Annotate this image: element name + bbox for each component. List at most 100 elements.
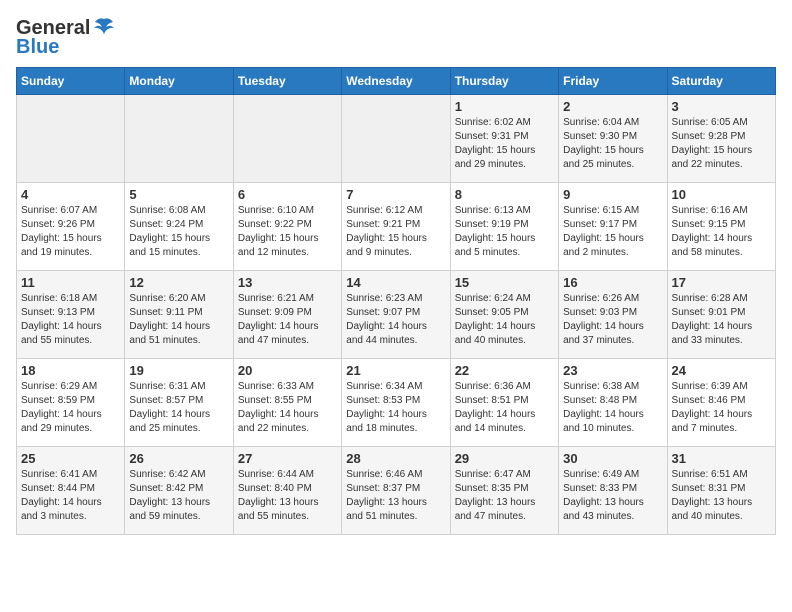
calendar-cell: 4 Sunrise: 6:07 AM Sunset: 9:26 PM Daylig…: [17, 183, 125, 271]
calendar-cell: 22 Sunrise: 6:36 AM Sunset: 8:51 PM Dayli…: [450, 359, 558, 447]
day-info: Sunrise: 6:13 AM Sunset: 9:19 PM Dayligh…: [455, 204, 554, 260]
day-number: 3: [672, 99, 771, 114]
calendar-cell: 26 Sunrise: 6:42 AM Sunset: 8:42 PM Dayli…: [125, 447, 233, 535]
calendar-header-row: SundayMondayTuesdayWednesdayThursdayFrid…: [17, 68, 776, 95]
calendar-cell: [233, 95, 341, 183]
calendar-cell: 25 Sunrise: 6:41 AM Sunset: 8:44 PM Dayli…: [17, 447, 125, 535]
day-number: 23: [563, 363, 662, 378]
day-number: 18: [21, 363, 120, 378]
day-info: Sunrise: 6:46 AM Sunset: 8:37 PM Dayligh…: [346, 468, 445, 524]
day-number: 6: [238, 187, 337, 202]
calendar-table: SundayMondayTuesdayWednesdayThursdayFrid…: [16, 67, 776, 535]
calendar-cell: 28Sunrise: 6:46 AM Sunset: 8:37 PM Dayli…: [342, 447, 450, 535]
header-monday: Monday: [125, 68, 233, 95]
header-tuesday: Tuesday: [233, 68, 341, 95]
calendar-cell: 31 Sunrise: 6:51 AM Sunset: 8:31 PM Dayli…: [667, 447, 775, 535]
calendar-cell: 29 Sunrise: 6:47 AM Sunset: 8:35 PM Dayli…: [450, 447, 558, 535]
calendar-cell: 9 Sunrise: 6:15 AM Sunset: 9:17 PM Daylig…: [559, 183, 667, 271]
day-info: Sunrise: 6:51 AM Sunset: 8:31 PM Dayligh…: [672, 468, 771, 524]
day-info: Sunrise: 6:10 AM Sunset: 9:22 PM Dayligh…: [238, 204, 337, 260]
day-number: 7: [346, 187, 445, 202]
day-info: Sunrise: 6:34 AM Sunset: 8:53 PM Dayligh…: [346, 380, 445, 436]
day-number: 12: [129, 275, 228, 290]
logo-bird-icon: [92, 16, 116, 40]
calendar-cell: 15 Sunrise: 6:24 AM Sunset: 9:05 PM Dayli…: [450, 271, 558, 359]
day-number: 15: [455, 275, 554, 290]
logo-blue-text: Blue: [16, 36, 59, 59]
calendar-cell: 20Sunrise: 6:33 AM Sunset: 8:55 PM Dayli…: [233, 359, 341, 447]
day-number: 4: [21, 187, 120, 202]
calendar-cell: 13 Sunrise: 6:21 AM Sunset: 9:09 PM Dayli…: [233, 271, 341, 359]
calendar-cell: [125, 95, 233, 183]
calendar-cell: [342, 95, 450, 183]
calendar-cell: 2 Sunrise: 6:04 AM Sunset: 9:30 PM Daylig…: [559, 95, 667, 183]
day-info: Sunrise: 6:02 AM Sunset: 9:31 PM Dayligh…: [455, 116, 554, 172]
day-info: Sunrise: 6:20 AM Sunset: 9:11 PM Dayligh…: [129, 292, 228, 348]
calendar-cell: 18 Sunrise: 6:29 AM Sunset: 8:59 PM Dayli…: [17, 359, 125, 447]
calendar-week-3: 11 Sunrise: 6:18 AM Sunset: 9:13 PM Dayli…: [17, 271, 776, 359]
day-number: 13: [238, 275, 337, 290]
header-sunday: Sunday: [17, 68, 125, 95]
calendar-cell: 21 Sunrise: 6:34 AM Sunset: 8:53 PM Dayli…: [342, 359, 450, 447]
calendar-cell: 3Sunrise: 6:05 AM Sunset: 9:28 PM Daylig…: [667, 95, 775, 183]
calendar-cell: [17, 95, 125, 183]
day-info: Sunrise: 6:18 AM Sunset: 9:13 PM Dayligh…: [21, 292, 120, 348]
day-info: Sunrise: 6:36 AM Sunset: 8:51 PM Dayligh…: [455, 380, 554, 436]
calendar-body: 1 Sunrise: 6:02 AM Sunset: 9:31 PM Daylig…: [17, 95, 776, 535]
calendar-cell: 6 Sunrise: 6:10 AM Sunset: 9:22 PM Daylig…: [233, 183, 341, 271]
day-info: Sunrise: 6:15 AM Sunset: 9:17 PM Dayligh…: [563, 204, 662, 260]
day-number: 17: [672, 275, 771, 290]
day-info: Sunrise: 6:41 AM Sunset: 8:44 PM Dayligh…: [21, 468, 120, 524]
day-info: Sunrise: 6:23 AM Sunset: 9:07 PM Dayligh…: [346, 292, 445, 348]
day-info: Sunrise: 6:39 AM Sunset: 8:46 PM Dayligh…: [672, 380, 771, 436]
day-number: 26: [129, 451, 228, 466]
calendar-cell: 11 Sunrise: 6:18 AM Sunset: 9:13 PM Dayli…: [17, 271, 125, 359]
day-number: 16: [563, 275, 662, 290]
calendar-week-1: 1 Sunrise: 6:02 AM Sunset: 9:31 PM Daylig…: [17, 95, 776, 183]
calendar-cell: 16Sunrise: 6:26 AM Sunset: 9:03 PM Dayli…: [559, 271, 667, 359]
day-number: 31: [672, 451, 771, 466]
header-thursday: Thursday: [450, 68, 558, 95]
day-info: Sunrise: 6:29 AM Sunset: 8:59 PM Dayligh…: [21, 380, 120, 436]
day-info: Sunrise: 6:21 AM Sunset: 9:09 PM Dayligh…: [238, 292, 337, 348]
day-number: 10: [672, 187, 771, 202]
day-info: Sunrise: 6:38 AM Sunset: 8:48 PM Dayligh…: [563, 380, 662, 436]
day-number: 24: [672, 363, 771, 378]
calendar-cell: 10 Sunrise: 6:16 AM Sunset: 9:15 PM Dayli…: [667, 183, 775, 271]
calendar-cell: 19Sunrise: 6:31 AM Sunset: 8:57 PM Dayli…: [125, 359, 233, 447]
calendar-cell: 27Sunrise: 6:44 AM Sunset: 8:40 PM Dayli…: [233, 447, 341, 535]
day-info: Sunrise: 6:47 AM Sunset: 8:35 PM Dayligh…: [455, 468, 554, 524]
calendar-cell: 24 Sunrise: 6:39 AM Sunset: 8:46 PM Dayli…: [667, 359, 775, 447]
day-info: Sunrise: 6:12 AM Sunset: 9:21 PM Dayligh…: [346, 204, 445, 260]
calendar-cell: 17 Sunrise: 6:28 AM Sunset: 9:01 PM Dayli…: [667, 271, 775, 359]
header-friday: Friday: [559, 68, 667, 95]
day-info: Sunrise: 6:42 AM Sunset: 8:42 PM Dayligh…: [129, 468, 228, 524]
day-number: 22: [455, 363, 554, 378]
day-info: Sunrise: 6:08 AM Sunset: 9:24 PM Dayligh…: [129, 204, 228, 260]
calendar-cell: 7 Sunrise: 6:12 AM Sunset: 9:21 PM Daylig…: [342, 183, 450, 271]
day-number: 25: [21, 451, 120, 466]
day-number: 21: [346, 363, 445, 378]
calendar-cell: 8 Sunrise: 6:13 AM Sunset: 9:19 PM Daylig…: [450, 183, 558, 271]
day-number: 11: [21, 275, 120, 290]
day-number: 30: [563, 451, 662, 466]
day-number: 1: [455, 99, 554, 114]
day-number: 9: [563, 187, 662, 202]
day-info: Sunrise: 6:24 AM Sunset: 9:05 PM Dayligh…: [455, 292, 554, 348]
calendar-week-4: 18 Sunrise: 6:29 AM Sunset: 8:59 PM Dayli…: [17, 359, 776, 447]
day-info: Sunrise: 6:16 AM Sunset: 9:15 PM Dayligh…: [672, 204, 771, 260]
day-info: Sunrise: 6:28 AM Sunset: 9:01 PM Dayligh…: [672, 292, 771, 348]
day-number: 19: [129, 363, 228, 378]
calendar-cell: 30Sunrise: 6:49 AM Sunset: 8:33 PM Dayli…: [559, 447, 667, 535]
calendar-cell: 1 Sunrise: 6:02 AM Sunset: 9:31 PM Daylig…: [450, 95, 558, 183]
calendar-cell: 14 Sunrise: 6:23 AM Sunset: 9:07 PM Dayli…: [342, 271, 450, 359]
calendar-cell: 12 Sunrise: 6:20 AM Sunset: 9:11 PM Dayli…: [125, 271, 233, 359]
day-number: 8: [455, 187, 554, 202]
day-number: 29: [455, 451, 554, 466]
day-number: 14: [346, 275, 445, 290]
calendar-week-2: 4 Sunrise: 6:07 AM Sunset: 9:26 PM Daylig…: [17, 183, 776, 271]
day-info: Sunrise: 6:33 AM Sunset: 8:55 PM Dayligh…: [238, 380, 337, 436]
day-info: Sunrise: 6:07 AM Sunset: 9:26 PM Dayligh…: [21, 204, 120, 260]
day-info: Sunrise: 6:04 AM Sunset: 9:30 PM Dayligh…: [563, 116, 662, 172]
day-number: 2: [563, 99, 662, 114]
